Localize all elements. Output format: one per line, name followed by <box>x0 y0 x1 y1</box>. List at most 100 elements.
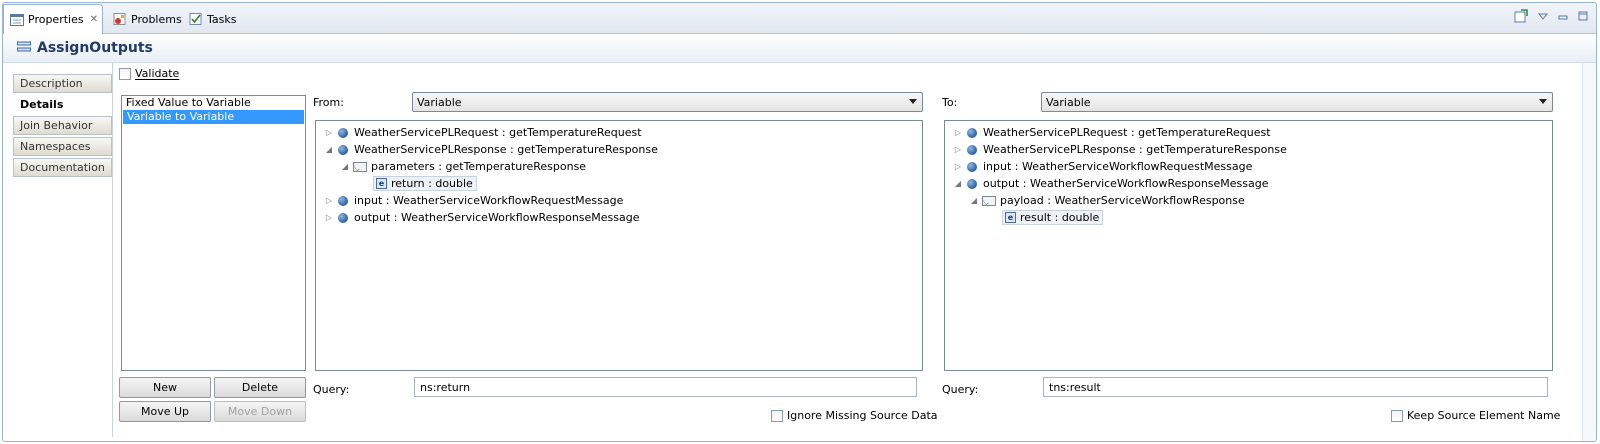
variable-icon <box>338 212 348 223</box>
variable-icon <box>967 144 977 155</box>
properties-view: Properties ✕ Problems Tasks AssignOutput… <box>2 2 1597 442</box>
list-item[interactable]: Variable to Variable <box>123 110 304 124</box>
chevron-down-icon <box>909 99 917 104</box>
tree-node-label: parameters : getTemperatureResponse <box>371 160 587 173</box>
tree-node-label: result : double <box>1020 211 1100 224</box>
tree-node-label: WeatherServicePLRequest : getTemperature… <box>983 126 1271 139</box>
validate-row: Validate <box>119 67 179 80</box>
new-button[interactable]: New <box>119 377 211 398</box>
side-tab-list: Description Details Join Behavior Namesp… <box>13 74 112 179</box>
collapse-icon[interactable]: ◢ <box>324 145 334 154</box>
tab-tasks[interactable]: Tasks <box>183 6 242 32</box>
close-icon[interactable]: ✕ <box>90 14 98 25</box>
message-part-icon <box>982 195 996 206</box>
to-variable-tree[interactable]: ▷ WeatherServicePLRequest : getTemperatu… <box>944 120 1553 371</box>
move-down-button[interactable]: Move Down <box>214 401 306 422</box>
keep-source-label: Keep Source Element Name <box>1407 409 1561 422</box>
tab-properties[interactable]: Properties ✕ <box>3 4 103 34</box>
side-tab-documentation[interactable]: Documentation <box>13 158 112 177</box>
from-query-label: Query: <box>313 383 350 396</box>
tree-node[interactable]: ▷ WeatherServicePLResponse : getTemperat… <box>945 141 1552 158</box>
tree-node[interactable]: ▷ WeatherServicePLRequest : getTemperatu… <box>945 124 1552 141</box>
tab-label: Properties <box>28 13 84 26</box>
tree-node-label: WeatherServicePLResponse : getTemperatur… <box>354 143 658 156</box>
keep-source-checkbox[interactable] <box>1391 409 1403 422</box>
tree-node-selected[interactable]: e return : double <box>316 175 922 192</box>
tree-node-label: WeatherServicePLResponse : getTemperatur… <box>983 143 1287 156</box>
tree-node[interactable]: ▷ output : WeatherServiceWorkflowRespons… <box>316 209 922 226</box>
ignore-missing-row: Ignore Missing Source Data <box>771 409 938 422</box>
validate-checkbox[interactable] <box>119 67 131 80</box>
expand-icon[interactable]: ▷ <box>324 213 334 222</box>
message-part-icon <box>353 161 367 172</box>
tree-node-selected[interactable]: e result : double <box>945 209 1552 226</box>
properties-icon <box>10 13 24 26</box>
expand-icon[interactable]: ▷ <box>324 196 334 205</box>
tree-node-label: output : WeatherServiceWorkflowResponseM… <box>983 177 1269 190</box>
from-select-value: Variable <box>417 95 462 109</box>
tree-node[interactable]: ◢ parameters : getTemperatureResponse <box>316 158 922 175</box>
selected-leaf: e result : double <box>1002 210 1104 225</box>
delete-button[interactable]: Delete <box>214 377 306 398</box>
tab-problems[interactable]: Problems <box>107 6 188 32</box>
expand-icon[interactable]: ▷ <box>953 128 963 137</box>
tree-node-label: output : WeatherServiceWorkflowResponseM… <box>354 211 640 224</box>
ignore-missing-label: Ignore Missing Source Data <box>787 409 938 422</box>
element-icon: e <box>1005 212 1016 223</box>
collapse-icon[interactable]: ◢ <box>340 162 350 171</box>
collapse-icon[interactable]: ◢ <box>969 196 979 205</box>
move-up-button[interactable]: Move Up <box>119 401 211 422</box>
variable-icon <box>967 178 977 189</box>
expand-icon[interactable]: ▷ <box>953 162 963 171</box>
chevron-down-icon <box>1539 99 1547 104</box>
side-tab-join-behavior[interactable]: Join Behavior <box>13 116 112 135</box>
tab-label: Tasks <box>207 12 237 26</box>
collapse-icon[interactable]: ◢ <box>953 179 963 188</box>
side-tab-description[interactable]: Description <box>13 74 112 93</box>
maximize-icon[interactable] <box>1578 11 1588 24</box>
to-query-value: tns:result <box>1049 380 1101 394</box>
tree-node[interactable]: ◢ WeatherServicePLResponse : getTemperat… <box>316 141 922 158</box>
selected-leaf: e return : double <box>373 176 477 191</box>
assign-activity-icon <box>17 41 31 56</box>
tree-node[interactable]: ◢ output : WeatherServiceWorkflowRespons… <box>945 175 1552 192</box>
variable-icon <box>338 195 348 206</box>
to-type-select[interactable]: Variable <box>1041 92 1553 112</box>
expand-icon[interactable]: ▷ <box>953 145 963 154</box>
view-menu-icon[interactable] <box>1537 11 1549 24</box>
validate-label: Validate <box>135 67 180 80</box>
from-label: From: <box>313 96 344 109</box>
tree-node-label: input : WeatherServiceWorkflowRequestMes… <box>354 194 624 207</box>
tasks-icon <box>189 13 203 25</box>
to-query-input[interactable]: tns:result <box>1043 377 1548 397</box>
pin-view-icon[interactable] <box>1514 9 1528 26</box>
side-tab-details[interactable]: Details <box>13 95 112 114</box>
tree-node[interactable]: ◢ payload : WeatherServiceWorkflowRespon… <box>945 192 1552 209</box>
from-variable-tree[interactable]: ▷ WeatherServicePLRequest : getTemperatu… <box>315 120 923 371</box>
divider <box>112 63 113 437</box>
expand-icon[interactable]: ▷ <box>324 128 334 137</box>
to-select-value: Variable <box>1046 95 1091 109</box>
side-tab-namespaces[interactable]: Namespaces <box>13 137 112 156</box>
page-title: AssignOutputs <box>37 40 153 56</box>
view-tab-bar: Properties ✕ Problems Tasks <box>3 3 1596 34</box>
tree-node-label: payload : WeatherServiceWorkflowResponse <box>1000 194 1245 207</box>
tree-node[interactable]: ▷ input : WeatherServiceWorkflowRequestM… <box>316 192 922 209</box>
from-query-input[interactable]: ns:return <box>414 377 917 397</box>
tree-node[interactable]: ▷ input : WeatherServiceWorkflowRequestM… <box>945 158 1552 175</box>
tree-node[interactable]: ▷ WeatherServicePLRequest : getTemperatu… <box>316 124 922 141</box>
element-icon: e <box>376 178 387 189</box>
minimize-icon[interactable] <box>1558 11 1568 24</box>
copy-type-list[interactable]: Fixed Value to Variable Variable to Vari… <box>121 95 306 371</box>
problems-icon <box>113 13 127 25</box>
from-type-select[interactable]: Variable <box>412 92 923 112</box>
section-header: AssignOutputs <box>3 34 1596 63</box>
variable-icon <box>967 161 977 172</box>
tree-node-label: input : WeatherServiceWorkflowRequestMes… <box>983 160 1253 173</box>
vertical-scrollbar[interactable] <box>1582 63 1596 441</box>
ignore-missing-checkbox[interactable] <box>771 409 783 422</box>
variable-icon <box>967 127 977 138</box>
to-label: To: <box>942 96 958 109</box>
list-item[interactable]: Fixed Value to Variable <box>122 96 305 110</box>
tab-label: Problems <box>131 12 182 26</box>
